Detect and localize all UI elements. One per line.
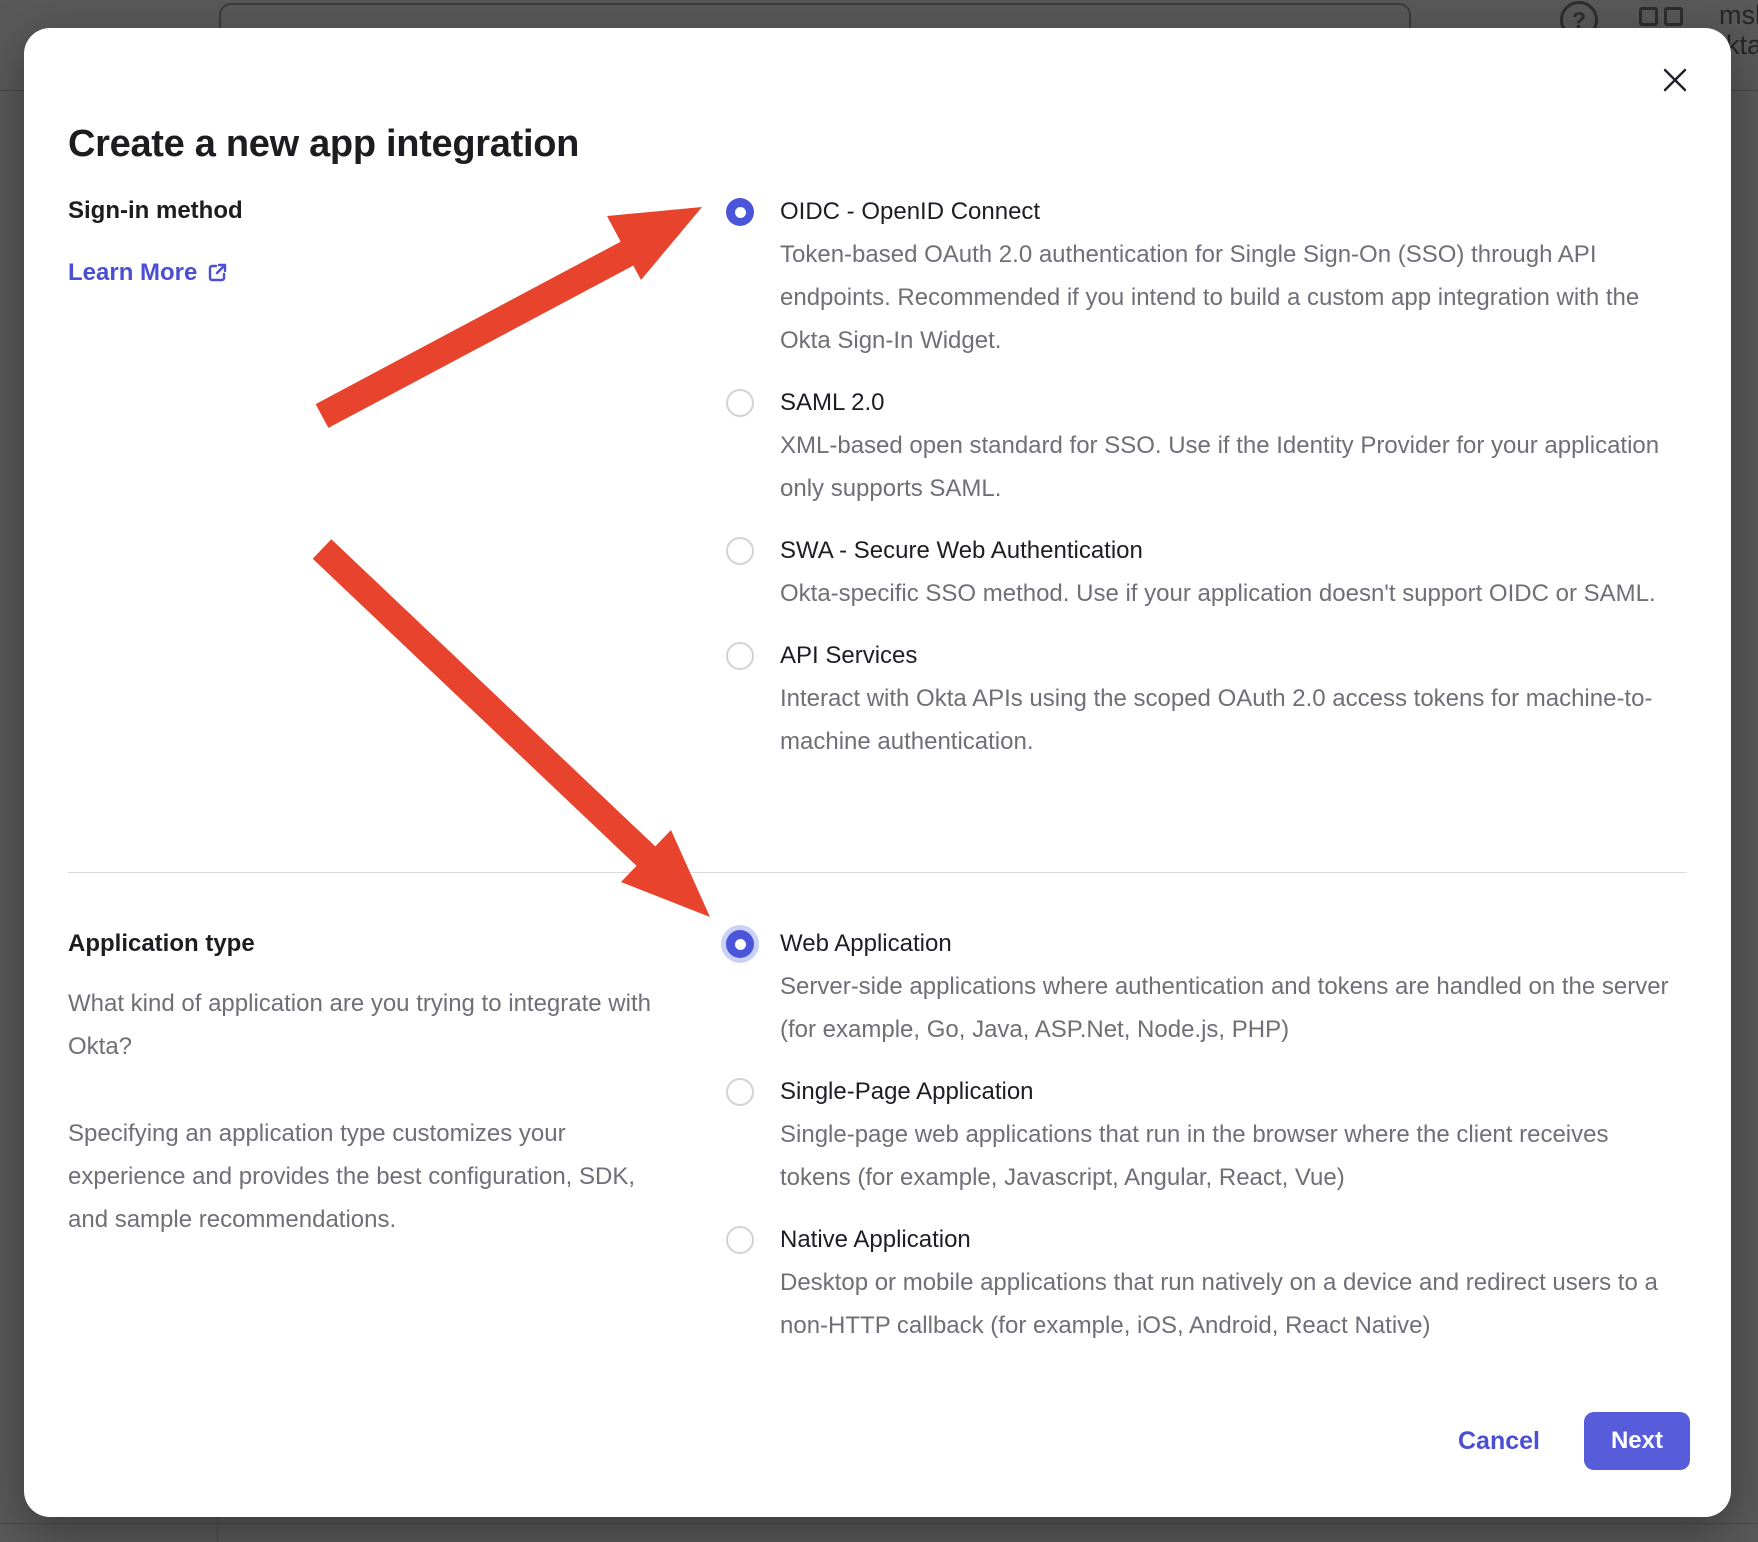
radio-option-label[interactable]: API Services [780, 634, 1670, 677]
create-app-integration-dialog: Create a new app integration Sign-in met… [24, 28, 1731, 1517]
radio-option-label[interactable]: OIDC - OpenID Connect [780, 190, 1670, 233]
signin-options: OIDC - OpenID Connect Token-based OAuth … [726, 190, 1706, 763]
radio-option-label[interactable]: SAML 2.0 [780, 381, 1670, 424]
dialog-footer: Cancel Next [1458, 1412, 1690, 1470]
radio-option-label[interactable]: SWA - Secure Web Authentication [780, 529, 1670, 572]
application-type-heading: Application type [68, 922, 668, 965]
radio-option: SAML 2.0 XML-based open standard for SSO… [726, 381, 1706, 510]
radio-button[interactable] [726, 1226, 754, 1254]
x-mark-glyph [1660, 65, 1690, 95]
radio-option-description: Interact with Okta APIs using the scoped… [780, 677, 1670, 763]
next-button[interactable]: Next [1584, 1412, 1690, 1470]
radio-option-description: Server-side applications where authentic… [780, 965, 1670, 1051]
radio-option: SWA - Secure Web Authentication Okta-spe… [726, 529, 1706, 615]
radio-option-label[interactable]: Single-Page Application [780, 1070, 1670, 1113]
radio-option-description: Okta-specific SSO method. Use if your ap… [780, 572, 1670, 615]
application-type-column: Application type What kind of applicatio… [68, 922, 668, 1241]
apps-grid-icon [1639, 7, 1683, 26]
radio-button[interactable] [726, 198, 754, 226]
screen: { "backdrop": { "partial_text_line1": "m… [0, 0, 1758, 1542]
radio-option: OIDC - OpenID Connect Token-based OAuth … [726, 190, 1706, 362]
radio-option-description: Single-page web applications that run in… [780, 1113, 1670, 1199]
radio-option: Single-Page Application Single-page web … [726, 1070, 1706, 1199]
radio-button[interactable] [726, 930, 754, 958]
radio-option: Web Application Server-side applications… [726, 922, 1706, 1051]
radio-option-description: Token-based OAuth 2.0 authentication for… [780, 233, 1670, 362]
close-icon[interactable] [1659, 64, 1691, 96]
grid-square-left [1639, 7, 1658, 26]
radio-option-label[interactable]: Native Application [780, 1218, 1670, 1261]
signin-method-column: Sign-in method Learn More [68, 189, 678, 294]
grid-square-right [1664, 7, 1683, 26]
radio-button[interactable] [726, 642, 754, 670]
cancel-button[interactable]: Cancel [1458, 1427, 1540, 1456]
learn-more-label: Learn More [68, 251, 197, 294]
application-type-description-2: Specifying an application type customize… [68, 1112, 668, 1241]
background-sidebar-divider [217, 1517, 218, 1542]
radio-option-label[interactable]: Web Application [780, 922, 1670, 965]
radio-option: API Services Interact with Okta APIs usi… [726, 634, 1706, 763]
background-account-text-line1: msh [1719, 0, 1758, 31]
dialog-title: Create a new app integration [68, 123, 579, 166]
radio-button[interactable] [726, 537, 754, 565]
signin-method-heading: Sign-in method [68, 189, 678, 232]
radio-option: Native Application Desktop or mobile app… [726, 1218, 1706, 1347]
section-divider [68, 872, 1687, 873]
learn-more-link[interactable]: Learn More [68, 251, 228, 294]
apptype-options: Web Application Server-side applications… [726, 922, 1706, 1347]
external-link-icon [207, 262, 228, 283]
radio-button[interactable] [726, 389, 754, 417]
radio-option-description: Desktop or mobile applications that run … [780, 1261, 1670, 1347]
application-type-description-1: What kind of application are you trying … [68, 982, 668, 1068]
radio-option-description: XML-based open standard for SSO. Use if … [780, 424, 1670, 510]
radio-button[interactable] [726, 1078, 754, 1106]
background-bottom-divider [0, 1523, 1758, 1524]
